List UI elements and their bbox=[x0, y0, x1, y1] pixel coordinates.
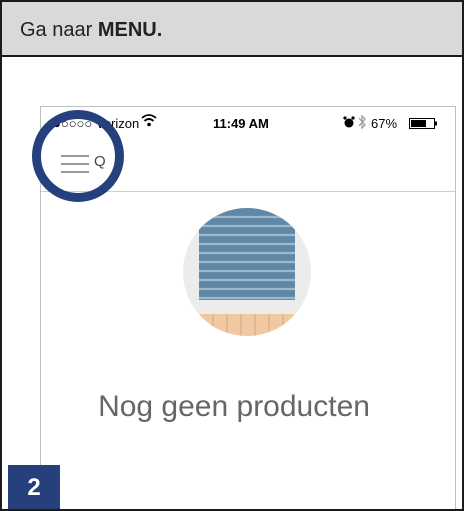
battery-percentage: 67% bbox=[371, 116, 398, 131]
menu-highlight-ring bbox=[32, 110, 124, 202]
alarm-icon bbox=[343, 115, 355, 132]
battery-icon bbox=[409, 118, 439, 133]
empty-state-title: Nog geen producten bbox=[98, 390, 370, 423]
bluetooth-icon bbox=[357, 114, 367, 133]
tutorial-frame: Ga naar MENU. ●○○○○ Verizon 11:49 AM 67%… bbox=[0, 0, 464, 511]
wifi-icon bbox=[141, 113, 157, 130]
status-time: 11:49 AM bbox=[213, 116, 269, 131]
pleated-blind-icon bbox=[183, 208, 311, 336]
instruction-bar: Ga naar MENU. bbox=[2, 2, 462, 57]
instruction-text: Ga naar MENU. bbox=[20, 19, 162, 42]
instruction-emphasis: MENU. bbox=[97, 19, 163, 41]
step-number-badge: 2 bbox=[8, 465, 60, 509]
instruction-prefix: Ga naar bbox=[20, 19, 98, 41]
